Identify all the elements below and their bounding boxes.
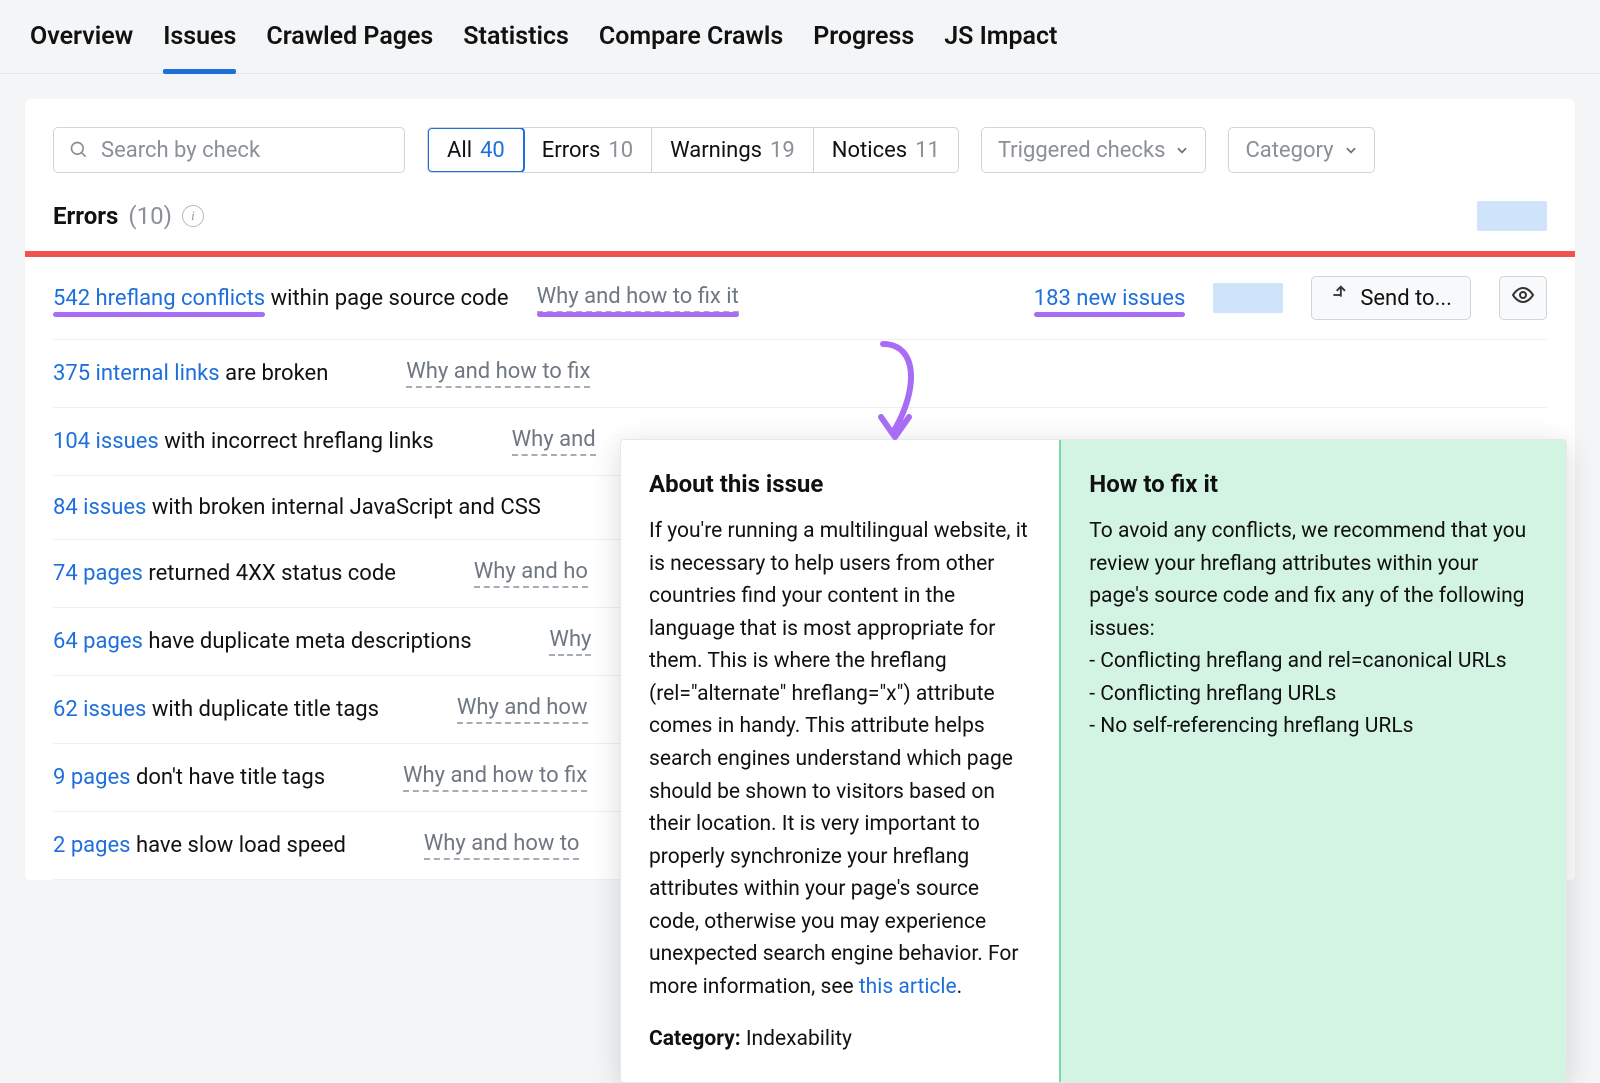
issue-rest: with broken internal JavaScript and CSS <box>146 495 540 520</box>
fix-intro: To avoid any conflicts, we recommend tha… <box>1089 515 1538 645</box>
tab-compare-crawls[interactable]: Compare Crawls <box>599 22 783 73</box>
fix-heading: How to fix it <box>1089 466 1538 503</box>
issue-title[interactable]: 104 issues with incorrect hreflang links <box>53 429 434 454</box>
issue-rest: are broken <box>220 361 329 386</box>
issue-rest: with incorrect hreflang links <box>159 429 434 454</box>
filter-errors[interactable]: Errors 10 <box>524 128 652 172</box>
triggered-checks-dropdown[interactable]: Triggered checks <box>981 127 1207 173</box>
search-placeholder: Search by check <box>101 138 260 163</box>
issue-title[interactable]: 375 internal links are broken <box>53 361 328 386</box>
issue-title[interactable]: 2 pages have slow load speed <box>53 833 346 858</box>
issue-link[interactable]: 2 pages <box>53 833 131 858</box>
about-category: Category: Indexability <box>649 1023 1031 1056</box>
filter-warnings-count: 19 <box>770 138 795 163</box>
filter-all-count: 40 <box>480 138 505 163</box>
errors-sparkline <box>1477 201 1547 231</box>
issue-title[interactable]: 62 issues with duplicate title tags <box>53 697 379 722</box>
about-column: About this issue If you're running a mul… <box>621 440 1059 1082</box>
send-to-button[interactable]: Send to... <box>1311 276 1471 320</box>
fix-bullet: - Conflicting hreflang URLs <box>1089 678 1538 711</box>
why-and-how-link[interactable]: Why and how to fix <box>406 359 590 388</box>
tab-issues[interactable]: Issues <box>163 22 236 73</box>
category-dropdown[interactable]: Category <box>1228 127 1374 173</box>
why-and-how-link[interactable]: Why and ho <box>474 559 588 588</box>
fix-bullet: - Conflicting hreflang and rel=canonical… <box>1089 645 1538 678</box>
why-and-how-link[interactable]: Why <box>549 627 591 656</box>
issue-sparkline <box>1213 283 1283 313</box>
category-label: Category <box>1245 138 1333 163</box>
hide-issue-button[interactable] <box>1499 276 1547 320</box>
search-icon <box>69 140 89 160</box>
errors-heading: Errors (10) i <box>53 201 1547 231</box>
filter-warnings-label: Warnings <box>670 138 762 163</box>
issue-tooltip: About this issue If you're running a mul… <box>620 439 1567 1083</box>
issue-link[interactable]: 84 issues <box>53 495 146 520</box>
issue-title[interactable]: 64 pages have duplicate meta description… <box>53 629 472 654</box>
issue-link[interactable]: 64 pages <box>53 629 143 654</box>
why-and-how-link[interactable]: Why and how to <box>424 831 580 860</box>
about-heading: About this issue <box>649 466 1031 503</box>
chevron-down-icon <box>1344 143 1358 157</box>
search-input[interactable]: Search by check <box>53 127 405 173</box>
new-issues-link[interactable]: 183 new issues <box>1034 286 1186 311</box>
tab-statistics[interactable]: Statistics <box>463 22 569 73</box>
issue-link[interactable]: 62 issues <box>53 697 146 722</box>
issue-rest: returned 4XX status code <box>143 561 396 586</box>
tab-crawled-pages[interactable]: Crawled Pages <box>266 22 433 73</box>
tab-js-impact[interactable]: JS Impact <box>944 22 1057 73</box>
share-icon <box>1330 285 1350 311</box>
filter-notices-label: Notices <box>832 138 907 163</box>
issue-rest: don't have title tags <box>131 765 326 790</box>
filter-row: Search by check All 40 Errors 10 Warning… <box>53 127 1547 173</box>
issues-panel: Search by check All 40 Errors 10 Warning… <box>25 99 1575 880</box>
send-to-label: Send to... <box>1360 286 1452 311</box>
why-and-how-link[interactable]: Why and how to fix it <box>537 284 739 313</box>
chevron-down-icon <box>1175 143 1189 157</box>
eye-icon <box>1511 283 1535 313</box>
errors-heading-count: (10) <box>128 202 172 230</box>
fix-bullet: - No self-referencing hreflang URLs <box>1089 710 1538 743</box>
issue-row: 375 internal links are broken Why and ho… <box>53 340 1547 408</box>
issue-title[interactable]: 84 issues with broken internal JavaScrip… <box>53 495 541 520</box>
issue-rest: with duplicate title tags <box>146 697 379 722</box>
annotation-arrow <box>863 339 933 453</box>
about-text: If you're running a multilingual website… <box>649 515 1031 1003</box>
issue-link[interactable]: 74 pages <box>53 561 143 586</box>
top-tabs: Overview Issues Crawled Pages Statistics… <box>0 0 1600 74</box>
filter-all-label: All <box>447 138 472 163</box>
filter-errors-count: 10 <box>608 138 633 163</box>
filter-warnings[interactable]: Warnings 19 <box>652 128 814 172</box>
issue-rest: have slow load speed <box>131 833 346 858</box>
issue-row: 542 hreflang conflicts within page sourc… <box>53 257 1547 340</box>
issue-rest: within page source code <box>265 286 508 311</box>
fix-column: How to fix it To avoid any conflicts, we… <box>1059 440 1566 1082</box>
filter-all[interactable]: All 40 <box>427 127 525 173</box>
issue-title[interactable]: 74 pages returned 4XX status code <box>53 561 396 586</box>
issue-link[interactable]: 104 issues <box>53 429 159 454</box>
filter-notices[interactable]: Notices 11 <box>814 128 958 172</box>
triggered-checks-label: Triggered checks <box>998 138 1166 163</box>
tab-progress[interactable]: Progress <box>813 22 914 73</box>
why-and-how-link[interactable]: Why and how to fix <box>403 763 587 792</box>
issue-rest: have duplicate meta descriptions <box>143 629 472 654</box>
errors-heading-label: Errors <box>53 202 118 230</box>
filter-errors-label: Errors <box>542 138 601 163</box>
filter-notices-count: 11 <box>915 138 940 163</box>
issue-type-filter: All 40 Errors 10 Warnings 19 Notices 11 <box>427 127 959 173</box>
issue-link[interactable]: 542 hreflang conflicts <box>53 286 265 311</box>
issue-title[interactable]: 542 hreflang conflicts within page sourc… <box>53 286 509 311</box>
why-and-how-link[interactable]: Why and how <box>457 695 588 724</box>
tab-overview[interactable]: Overview <box>30 22 133 73</box>
issue-link[interactable]: 9 pages <box>53 765 131 790</box>
issue-title[interactable]: 9 pages don't have title tags <box>53 765 325 790</box>
info-icon[interactable]: i <box>182 205 204 227</box>
about-article-link[interactable]: this article <box>859 975 957 999</box>
why-and-how-link[interactable]: Why and <box>512 427 596 456</box>
issue-link[interactable]: 375 internal links <box>53 361 220 386</box>
